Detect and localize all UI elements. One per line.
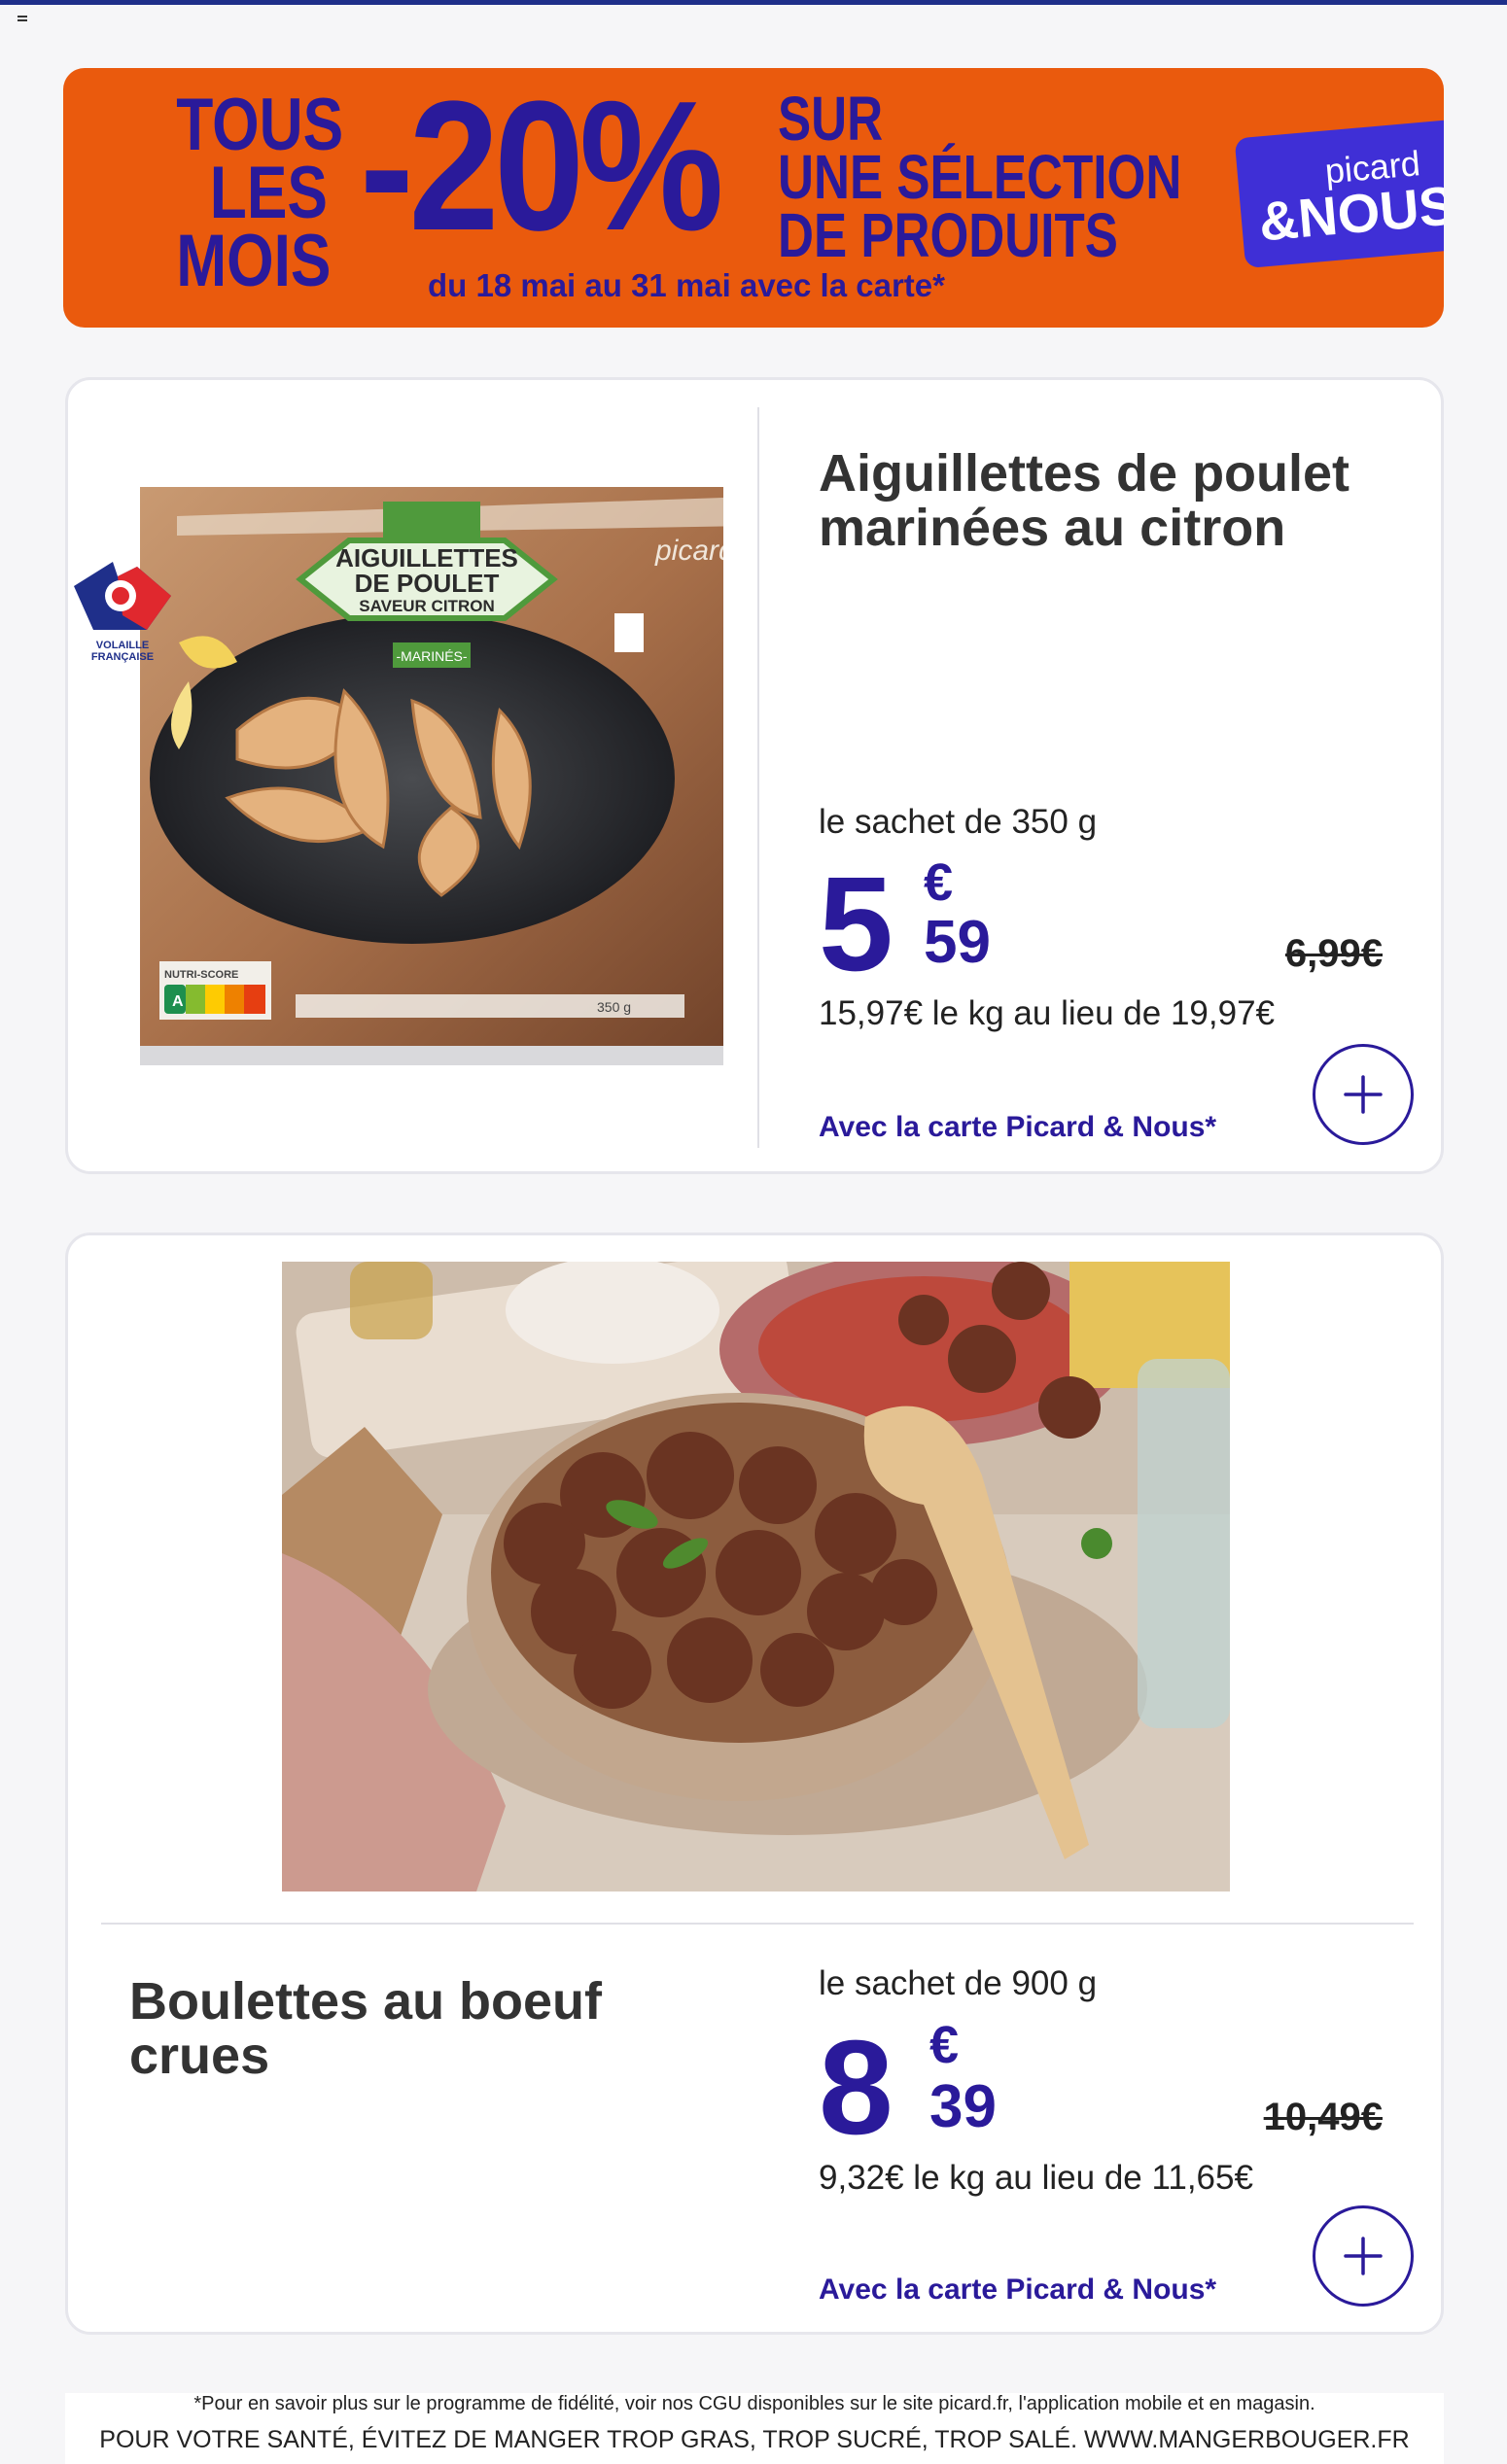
product-card[interactable]: AIGUILLETTES DE POULET SAVEUR CITRON -MA… (65, 377, 1444, 1174)
banner-sel3: DE PRODUITS (778, 200, 1118, 270)
package-name2: DE POULET (355, 569, 500, 598)
banner-line2: LES (209, 152, 328, 234)
package-brand: picard (654, 535, 723, 567)
price-cents: 39 (929, 2073, 997, 2140)
loyalty-card-note: Avec la carte Picard & Nous* (819, 2273, 1217, 2306)
package-name3: SAVEUR CITRON (359, 597, 494, 615)
price-currency: € (929, 2016, 960, 2074)
top-accent-line (0, 0, 1507, 5)
banner-line3: MOIS (176, 220, 332, 302)
product-package-image: AIGUILLETTES DE POULET SAVEUR CITRON -MA… (74, 487, 753, 1065)
meatballs-photo (282, 1249, 1230, 1891)
price-per-kg: 15,97€ le kg au lieu de 19,97€ (819, 994, 1275, 1032)
old-price: 6,99€ (1284, 932, 1383, 975)
banner-sel1: SUR (778, 84, 884, 154)
product-pack-size: le sachet de 900 g (819, 1964, 1098, 2002)
price-integer: 5 (819, 850, 894, 999)
product-card[interactable]: Boulettes au boeuf crues le sachet de 90… (65, 1232, 1444, 2335)
add-to-cart-button[interactable] (1313, 2205, 1414, 2307)
banner-every-month: TOUS LES MOIS (176, 84, 344, 302)
banner-discount: -20% (360, 68, 723, 269)
banner-sel2: UNE SÉLECTION (778, 142, 1182, 212)
price-integer: 8 (819, 2013, 894, 2163)
promo-banner[interactable]: TOUS LES MOIS -20% SUR UNE SÉLECTION DE … (63, 68, 1444, 328)
badge-line1: VOLAILLE (95, 640, 150, 651)
banner-selection: SUR UNE SÉLECTION DE PRODUITS (778, 84, 1244, 270)
product-title[interactable]: Boulettes au boeuf crues (129, 1974, 713, 2083)
product-title[interactable]: Aiguillettes de poulet marinées au citro… (819, 446, 1402, 555)
picard-nous-logo: picard &NOUS (1234, 118, 1444, 269)
old-price: 10,49€ (1263, 2096, 1383, 2138)
health-notice[interactable]: POUR VOTRE SANTÉ, ÉVITEZ DE MANGER TROP … (65, 2426, 1444, 2454)
package-marines: -MARINÉS- (396, 648, 467, 664)
volaille-francaise-badge: VOLAILLE FRANÇAISE (64, 557, 181, 664)
loyalty-footnote: *Pour en savoir plus sur le programme de… (193, 2393, 1315, 2414)
menu-icon[interactable] (18, 16, 27, 23)
banner-dates: du 18 mai au 31 mai avec la carte* (428, 267, 945, 303)
nutri-score-label: NUTRI-SCORE (164, 969, 238, 981)
card-divider (101, 1923, 1414, 1925)
price-per-kg: 9,32€ le kg au lieu de 11,65€ (819, 2159, 1253, 2197)
footer: *Pour en savoir plus sur le programme de… (65, 2393, 1444, 2464)
loyalty-card-note: Avec la carte Picard & Nous* (819, 1111, 1217, 1143)
price-currency: € (924, 853, 954, 912)
svg-text:A: A (172, 993, 184, 1010)
add-to-cart-button[interactable] (1313, 1044, 1414, 1145)
price-cents: 59 (924, 909, 991, 976)
badge-line2: FRANÇAISE (90, 651, 155, 663)
card-divider (757, 407, 759, 1148)
plus-icon (1344, 2237, 1383, 2275)
product-pack-size: le sachet de 350 g (819, 803, 1098, 841)
plus-icon (1344, 1075, 1383, 1114)
banner-line1: TOUS (176, 84, 344, 166)
package-weight: 350 g (597, 999, 631, 1015)
